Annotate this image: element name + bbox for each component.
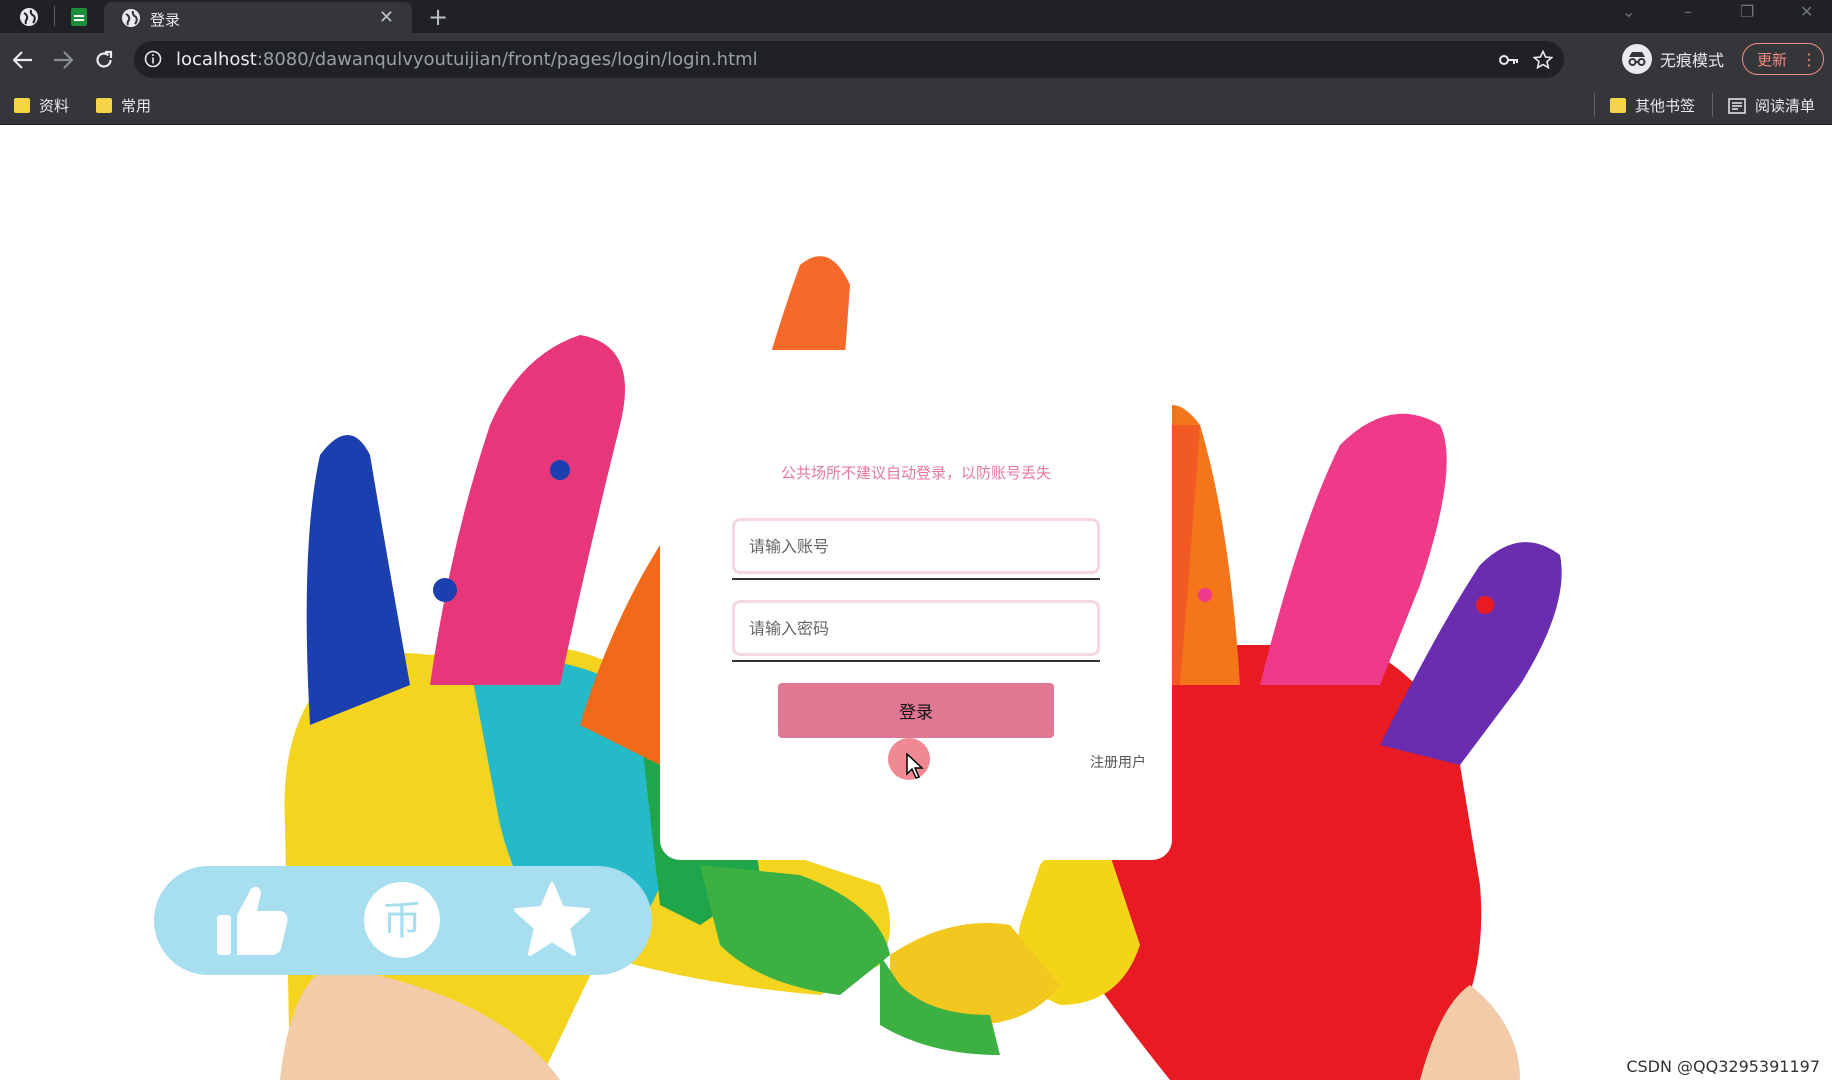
thumbs-up-icon[interactable] bbox=[212, 880, 292, 960]
address-bar[interactable]: localhost:8080/dawanqulvyoutuijian/front… bbox=[134, 41, 1564, 78]
close-icon[interactable]: ✕ bbox=[379, 7, 394, 28]
coin-icon[interactable]: 币 bbox=[362, 880, 442, 960]
password-input[interactable] bbox=[732, 600, 1100, 656]
reading-list-icon bbox=[1728, 97, 1746, 114]
folder-icon bbox=[96, 98, 112, 113]
incognito-icon bbox=[1622, 44, 1652, 74]
restore-icon[interactable]: ❐ bbox=[1740, 2, 1754, 21]
like-coin-favorite-bar: 币 bbox=[154, 866, 652, 975]
back-arrow-icon[interactable] bbox=[8, 45, 38, 75]
incognito-indicator[interactable]: 无痕模式 bbox=[1622, 40, 1724, 78]
sheets-icon[interactable] bbox=[66, 4, 92, 30]
bookmark-label: 其他书签 bbox=[1635, 97, 1696, 115]
reading-list[interactable]: 阅读清单 bbox=[1728, 95, 1815, 116]
incognito-label: 无痕模式 bbox=[1660, 51, 1725, 70]
globe-icon[interactable] bbox=[16, 4, 42, 30]
tab-divider bbox=[54, 6, 55, 26]
password-field-wrapper bbox=[732, 600, 1100, 662]
url-path: :8080/dawanqulvyoutuijian/front/pages/lo… bbox=[256, 49, 758, 70]
login-button[interactable]: 登录 bbox=[778, 683, 1054, 738]
star-icon[interactable] bbox=[512, 880, 592, 960]
bookmark-star-icon[interactable] bbox=[1532, 49, 1554, 71]
bookmark-folder-resources[interactable]: 资料 bbox=[14, 95, 69, 116]
key-icon[interactable] bbox=[1498, 49, 1520, 71]
url-host: localhost bbox=[176, 49, 257, 70]
folder-icon bbox=[1610, 98, 1626, 113]
bookmarks-bar: 资料 常用 其他书签 阅读清单 bbox=[0, 87, 1832, 125]
bookmark-label: 常用 bbox=[121, 97, 152, 115]
coin-glyph: 币 bbox=[382, 898, 422, 944]
more-menu-icon[interactable]: ⋮ bbox=[1801, 50, 1817, 69]
watermark: CSDN @QQ3295391197 bbox=[1626, 1057, 1820, 1076]
update-label: 更新 bbox=[1757, 50, 1788, 69]
folder-icon bbox=[14, 98, 30, 113]
page-viewport: 公共场所不建议自动登录，以防账号丢失 登录 注册用户 币 CSDN @QQ329… bbox=[0, 125, 1832, 1080]
tab-title: 登录 bbox=[150, 11, 181, 29]
minimize-icon[interactable]: – bbox=[1684, 2, 1692, 21]
tab-login[interactable]: 登录 ✕ bbox=[104, 2, 412, 33]
chevron-down-icon[interactable]: ⌄ bbox=[1622, 2, 1635, 21]
window-close-icon[interactable]: ✕ bbox=[1800, 2, 1813, 21]
register-link[interactable]: 注册用户 bbox=[1090, 752, 1146, 772]
info-icon[interactable] bbox=[144, 50, 162, 68]
update-button[interactable]: 更新 ⋮ bbox=[1742, 43, 1824, 75]
bookmark-label: 资料 bbox=[39, 97, 70, 115]
reload-icon[interactable] bbox=[89, 45, 119, 75]
browser-toolbar: localhost:8080/dawanqulvyoutuijian/front… bbox=[0, 33, 1832, 87]
mouse-cursor-icon bbox=[906, 753, 924, 779]
account-field-wrapper bbox=[732, 518, 1100, 580]
bookmark-folder-other[interactable]: 其他书签 bbox=[1610, 95, 1695, 116]
bookmark-divider bbox=[1712, 93, 1713, 117]
browser-tab-bar: 登录 ✕ + ⌄ – ❐ ✕ bbox=[0, 0, 1832, 33]
account-input[interactable] bbox=[732, 518, 1100, 574]
bookmark-label: 阅读清单 bbox=[1755, 97, 1816, 115]
login-notice: 公共场所不建议自动登录，以防账号丢失 bbox=[780, 464, 1051, 482]
login-card: 公共场所不建议自动登录，以防账号丢失 登录 注册用户 bbox=[660, 350, 1172, 860]
forward-arrow-icon[interactable] bbox=[48, 45, 78, 75]
globe-icon bbox=[118, 5, 144, 31]
bookmark-divider bbox=[1594, 93, 1595, 117]
bookmark-folder-common[interactable]: 常用 bbox=[96, 95, 151, 116]
new-tab-icon[interactable]: + bbox=[428, 3, 448, 31]
url-text[interactable]: localhost:8080/dawanqulvyoutuijian/front… bbox=[176, 49, 758, 70]
